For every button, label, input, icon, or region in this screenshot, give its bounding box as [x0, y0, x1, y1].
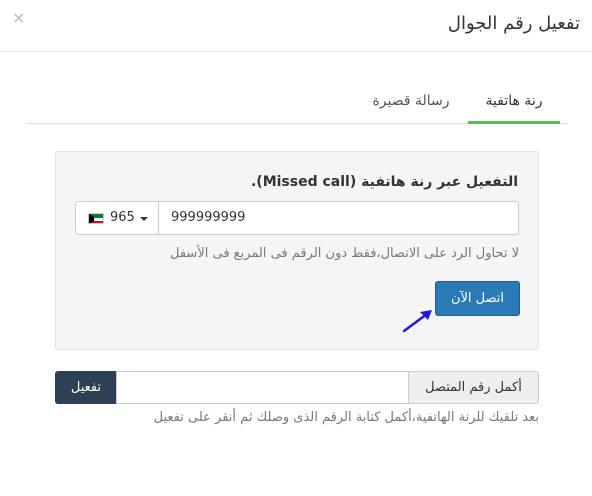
pointer-arrow-icon	[402, 310, 432, 333]
tab-sms[interactable]: رسالة قصيرة	[362, 82, 460, 123]
phone-number-input[interactable]: 999999999	[158, 201, 519, 235]
tab-phone-call[interactable]: رنة هاتفية	[468, 82, 560, 124]
call-help-text: لا تحاول الرد على الاتصال،فقط دون الرقم …	[170, 246, 519, 261]
caller-number-input[interactable]	[116, 371, 410, 404]
missed-call-panel: التفعيل عبر رنة هاتفية (Missed call). 96…	[55, 151, 539, 350]
caret-down-icon	[140, 217, 148, 221]
modal-header: × تفعيل رقم الجوال	[0, 0, 592, 52]
activation-tabs: رنة هاتفية رسالة قصيرة	[28, 82, 568, 124]
caller-number-label: أكمل رقم المتصل	[408, 371, 539, 404]
activation-help-text: بعد تلقيك للرنة الهاتفية،أكمل كتابة الرق…	[153, 410, 539, 425]
kuwait-flag-icon	[88, 213, 104, 224]
country-code: 965	[110, 210, 135, 225]
activate-button[interactable]: تفعيل	[55, 371, 117, 404]
close-icon[interactable]: ×	[12, 8, 25, 27]
phone-input-group: 965 999999999	[75, 201, 519, 235]
activation-group: تفعيل أكمل رقم المتصل	[55, 371, 539, 404]
modal-title: تفعيل رقم الجوال	[447, 13, 580, 34]
panel-title: التفعيل عبر رنة هاتفية (Missed call).	[250, 174, 518, 190]
country-code-dropdown[interactable]: 965	[75, 201, 159, 235]
call-now-button[interactable]: اتصل الآن	[435, 281, 520, 316]
